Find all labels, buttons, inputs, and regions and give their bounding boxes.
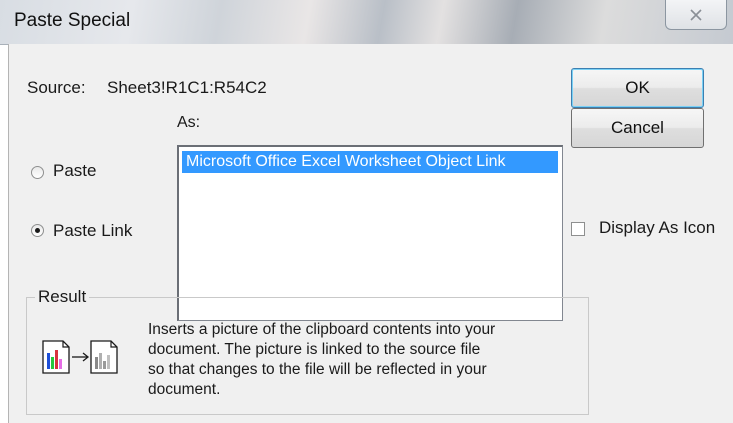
paste-link-radio[interactable]	[31, 224, 44, 237]
dialog-body: Source: Sheet3!R1C1:R54C2 As: Paste Past…	[8, 44, 733, 423]
as-listbox[interactable]: Microsoft Office Excel Worksheet Object …	[177, 145, 563, 321]
ok-button[interactable]: OK	[571, 68, 704, 108]
display-as-icon-checkbox[interactable]	[571, 222, 585, 236]
result-line: document.	[148, 381, 221, 398]
as-label: As:	[177, 114, 201, 131]
list-item-selected[interactable]: Microsoft Office Excel Worksheet Object …	[182, 151, 558, 173]
paste-link-radio-dot	[35, 228, 40, 233]
result-line: so that changes to the file will be refl…	[148, 361, 487, 378]
paste-link-radio-label[interactable]: Paste Link	[53, 221, 132, 241]
result-description: Inserts a picture of the clipboard conte…	[148, 320, 568, 400]
source-value: Sheet3!R1C1:R54C2	[107, 78, 267, 97]
window-title: Paste Special	[14, 10, 131, 31]
display-as-icon-label[interactable]: Display As Icon	[599, 218, 715, 238]
result-line: document. The picture is linked to the s…	[148, 341, 481, 358]
result-legend: Result	[35, 287, 90, 307]
paste-radio-label[interactable]: Paste	[53, 161, 96, 181]
close-x-icon	[690, 8, 702, 21]
title-bar: Paste Special	[0, 0, 733, 45]
close-button[interactable]	[665, 0, 727, 30]
cancel-button[interactable]: Cancel	[571, 108, 704, 148]
source-label: Source:	[27, 78, 86, 97]
paste-radio[interactable]	[31, 166, 44, 179]
paste-link-picture-icon	[42, 340, 118, 374]
result-line: Inserts a picture of the clipboard conte…	[148, 321, 496, 338]
